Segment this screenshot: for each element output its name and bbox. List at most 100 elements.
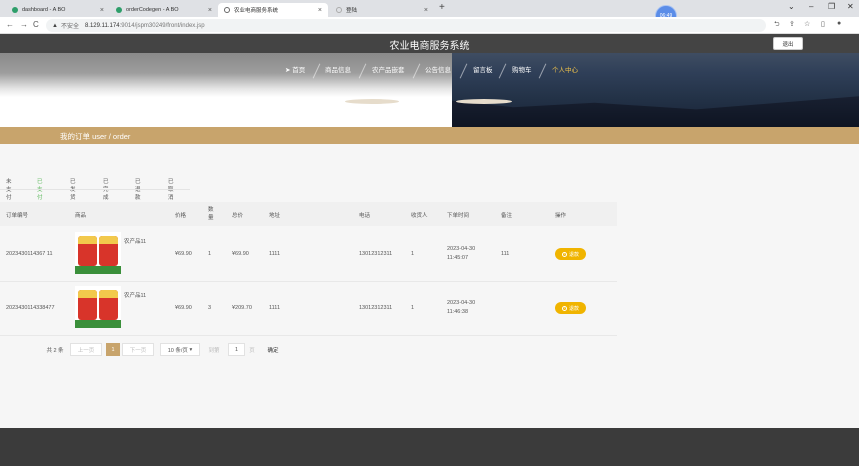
page-unit-label: 页 bbox=[249, 347, 255, 354]
main-nav: ➤ 首页 商品信息 农产品嵌套 公告信息 留言板 购物车 个人中心 bbox=[0, 63, 859, 79]
url-field[interactable]: ▲ 不安全 8.129.11.174 :9014/jspm30249/front… bbox=[46, 19, 766, 32]
col-action: 操作 bbox=[555, 213, 567, 219]
translate-icon[interactable]: ⇪ bbox=[789, 20, 795, 28]
url-path: :9014/jspm30249/front/index.jsp bbox=[119, 22, 205, 29]
nav-item-cart[interactable]: 购物车 bbox=[512, 64, 532, 74]
nav-item-products[interactable]: 商品信息 bbox=[325, 64, 351, 74]
tab-label: 登陆 bbox=[346, 8, 358, 14]
table-row: 2023430114367 11 农产品11 ¥69.90 1 ¥69.90 1… bbox=[0, 228, 617, 282]
col-order-no: 订单编号 bbox=[6, 213, 29, 219]
nav-item-home[interactable]: ➤ 首页 bbox=[285, 64, 305, 74]
product-image[interactable] bbox=[75, 286, 121, 328]
profile-icon[interactable]: ● bbox=[837, 20, 841, 27]
refund-icon: × bbox=[561, 305, 567, 311]
close-icon[interactable]: × bbox=[208, 7, 212, 14]
nav-item-notices[interactable]: 公告信息 bbox=[425, 64, 451, 74]
cell-qty: 3 bbox=[208, 305, 212, 311]
nav-item-agri[interactable]: 农产品嵌套 bbox=[372, 64, 405, 74]
cell-price: ¥69.90 bbox=[175, 251, 192, 257]
minimize-button[interactable]: – bbox=[809, 2, 813, 11]
refund-button[interactable]: × 退款 bbox=[555, 248, 586, 260]
site-title: 农业电商服务系统 bbox=[389, 41, 470, 52]
star-icon[interactable]: ☆ bbox=[804, 20, 810, 28]
browser-address-bar: ← → C ▲ 不安全 8.129.11.174 :9014/jspm30249… bbox=[0, 17, 859, 34]
breadcrumb: 我的订单 user / order bbox=[60, 132, 131, 141]
cell-address: 1111 bbox=[269, 305, 281, 311]
globe-icon bbox=[224, 7, 230, 13]
favicon-icon bbox=[12, 7, 18, 13]
chevron-down-icon: ▾ bbox=[187, 346, 193, 353]
browser-tab-dashboard[interactable]: dashboard - A BO × bbox=[6, 3, 110, 17]
banner-decoration bbox=[345, 99, 399, 104]
col-phone: 电话 bbox=[359, 213, 371, 219]
browser-tab-login[interactable]: 登陆 × bbox=[330, 3, 434, 17]
nav-divider bbox=[412, 63, 421, 79]
forward-icon[interactable]: → bbox=[20, 20, 28, 29]
cell-product-name[interactable]: 农产品11 bbox=[124, 291, 146, 299]
cell-product-name[interactable]: 农产品11 bbox=[124, 237, 146, 245]
close-icon[interactable]: × bbox=[100, 7, 104, 14]
cell-time: 11:46:38 bbox=[447, 309, 469, 315]
insecure-label: 不安全 bbox=[60, 24, 79, 30]
nav-item-label: 首页 bbox=[292, 67, 306, 74]
site-header: 农业电商服务系统 退出 bbox=[0, 34, 859, 53]
logout-button[interactable]: 退出 bbox=[773, 37, 803, 50]
back-icon[interactable]: ← bbox=[6, 20, 14, 29]
browser-tab-bar: dashboard - A BO × orderCodegen - A BO ×… bbox=[0, 0, 859, 17]
cell-receiver: 1 bbox=[411, 251, 415, 257]
cell-order-no: 2023430114338477 bbox=[6, 305, 55, 311]
nav-divider bbox=[312, 63, 321, 79]
close-icon[interactable]: × bbox=[318, 7, 322, 14]
nav-item-profile[interactable]: 个人中心 bbox=[552, 64, 578, 74]
browser-tab-ordercodegen[interactable]: orderCodegen - A BO × bbox=[110, 3, 218, 17]
page-size-label: 10 条/页 bbox=[167, 347, 188, 354]
col-time: 下单时间 bbox=[447, 213, 470, 219]
breadcrumb-bar: 我的订单 user / order bbox=[0, 127, 859, 144]
browser-tab-active[interactable]: 农业电商服务系统 × bbox=[218, 3, 328, 17]
cell-order-no: 2023430114367 11 bbox=[6, 251, 53, 257]
refund-icon: × bbox=[561, 251, 567, 257]
refund-label: 退款 bbox=[568, 251, 579, 258]
refund-label: 退款 bbox=[568, 305, 579, 312]
page-button[interactable]: 1 bbox=[106, 343, 120, 356]
share-icon[interactable]: ⮌ bbox=[774, 20, 780, 31]
favicon-icon bbox=[336, 7, 342, 13]
maximize-button[interactable]: ❐ bbox=[828, 2, 835, 11]
sidebar-icon[interactable]: ▯ bbox=[821, 20, 825, 28]
cell-date: 2023-04-30 bbox=[447, 246, 476, 252]
goto-page-input[interactable]: 1 bbox=[228, 343, 245, 356]
refund-button[interactable]: × 退款 bbox=[555, 302, 586, 314]
favicon-icon bbox=[116, 7, 122, 13]
reload-icon[interactable]: C bbox=[33, 20, 39, 29]
col-product: 商品 bbox=[75, 213, 87, 219]
tab-label: 农业电商服务系统 bbox=[234, 8, 279, 14]
home-icon: ➤ bbox=[285, 67, 291, 74]
goto-label: 到第 bbox=[208, 347, 220, 354]
close-window-button[interactable]: ✕ bbox=[847, 2, 854, 11]
tabs-underline bbox=[0, 189, 190, 190]
chevron-down-icon[interactable]: ⌄ bbox=[788, 2, 795, 11]
product-image[interactable] bbox=[75, 232, 121, 274]
page-size-select[interactable]: 10 条/页 ▾ bbox=[160, 343, 200, 356]
close-icon[interactable]: × bbox=[424, 7, 428, 14]
nav-divider bbox=[459, 63, 468, 79]
next-page-button[interactable]: 下一页 bbox=[122, 343, 154, 356]
cell-date: 2023-04-30 bbox=[447, 300, 476, 306]
nav-divider bbox=[358, 63, 367, 79]
tab-label: orderCodegen - A BO bbox=[126, 7, 179, 13]
tab-label: dashboard - A BO bbox=[22, 7, 66, 13]
table-header: 订单编号 商品 价格 数量 总价 地址 电话 收货人 下单时间 备注 操作 bbox=[0, 202, 617, 226]
cell-phone: 13012312311 bbox=[359, 251, 393, 257]
nav-item-board[interactable]: 留言板 bbox=[473, 64, 493, 74]
cell-total: ¥69.90 bbox=[232, 251, 249, 257]
cell-remark: 111 bbox=[501, 251, 510, 257]
new-tab-button[interactable]: + bbox=[439, 2, 445, 13]
main-content: 未支付 已支付 已发货 已完成 已退款 已取消 订单编号 商品 价格 数量 总价… bbox=[0, 144, 859, 428]
site-footer bbox=[0, 428, 859, 466]
goto-confirm-button[interactable]: 确定 bbox=[262, 343, 284, 356]
col-qty: 数量 bbox=[208, 207, 214, 221]
prev-page-button[interactable]: 上一页 bbox=[70, 343, 102, 356]
col-total: 总价 bbox=[232, 213, 244, 219]
cell-qty: 1 bbox=[208, 251, 212, 257]
cell-address: 1111 bbox=[269, 251, 281, 257]
